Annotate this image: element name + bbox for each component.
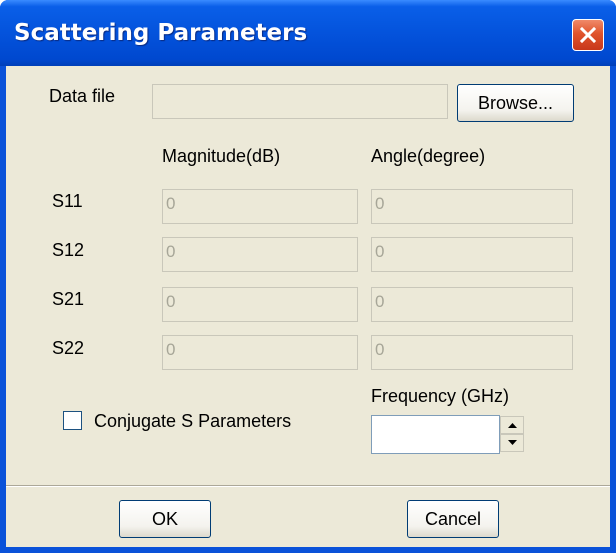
- cancel-button[interactable]: Cancel: [407, 500, 499, 538]
- spin-up-icon: [508, 423, 517, 428]
- dialog-window: Scattering Parameters Data file Browse..…: [0, 0, 616, 553]
- frequency-label: Frequency (GHz): [371, 386, 510, 406]
- close-button[interactable]: [572, 19, 604, 51]
- window-title: Scattering Parameters: [14, 20, 308, 46]
- footer-separator: [6, 485, 610, 487]
- s22-angle-field[interactable]: 0: [371, 335, 573, 370]
- dialog-client-area: Data file Browse... Magnitude(dB) Angle(…: [6, 66, 610, 547]
- s11-label: S11: [52, 191, 83, 211]
- frequency-spin-up[interactable]: [500, 416, 524, 434]
- magnitude-column-header: Magnitude(dB): [162, 146, 281, 166]
- frequency-spin-down[interactable]: [500, 434, 524, 452]
- spin-down-icon: [508, 440, 517, 445]
- s11-angle-field[interactable]: 0: [371, 189, 573, 224]
- s11-magnitude-field[interactable]: 0: [162, 189, 358, 224]
- browse-button[interactable]: Browse...: [457, 84, 574, 122]
- s21-label: S21: [52, 289, 85, 309]
- data-file-input[interactable]: [152, 84, 448, 119]
- s12-magnitude-field[interactable]: 0: [162, 237, 358, 272]
- close-icon: [579, 26, 597, 44]
- conjugate-label[interactable]: Conjugate S Parameters: [94, 411, 291, 432]
- s21-angle-field[interactable]: 0: [371, 287, 573, 322]
- frequency-input[interactable]: [371, 415, 500, 454]
- s12-label: S12: [52, 240, 85, 260]
- data-file-label: Data file: [49, 86, 116, 106]
- s22-magnitude-field[interactable]: 0: [162, 335, 358, 370]
- conjugate-checkbox[interactable]: [63, 411, 82, 430]
- title-bar[interactable]: Scattering Parameters: [0, 0, 616, 66]
- angle-column-header: Angle(degree): [371, 146, 486, 166]
- ok-button[interactable]: OK: [119, 500, 211, 538]
- s22-label: S22: [52, 338, 85, 358]
- s21-magnitude-field[interactable]: 0: [162, 287, 358, 322]
- s12-angle-field[interactable]: 0: [371, 237, 573, 272]
